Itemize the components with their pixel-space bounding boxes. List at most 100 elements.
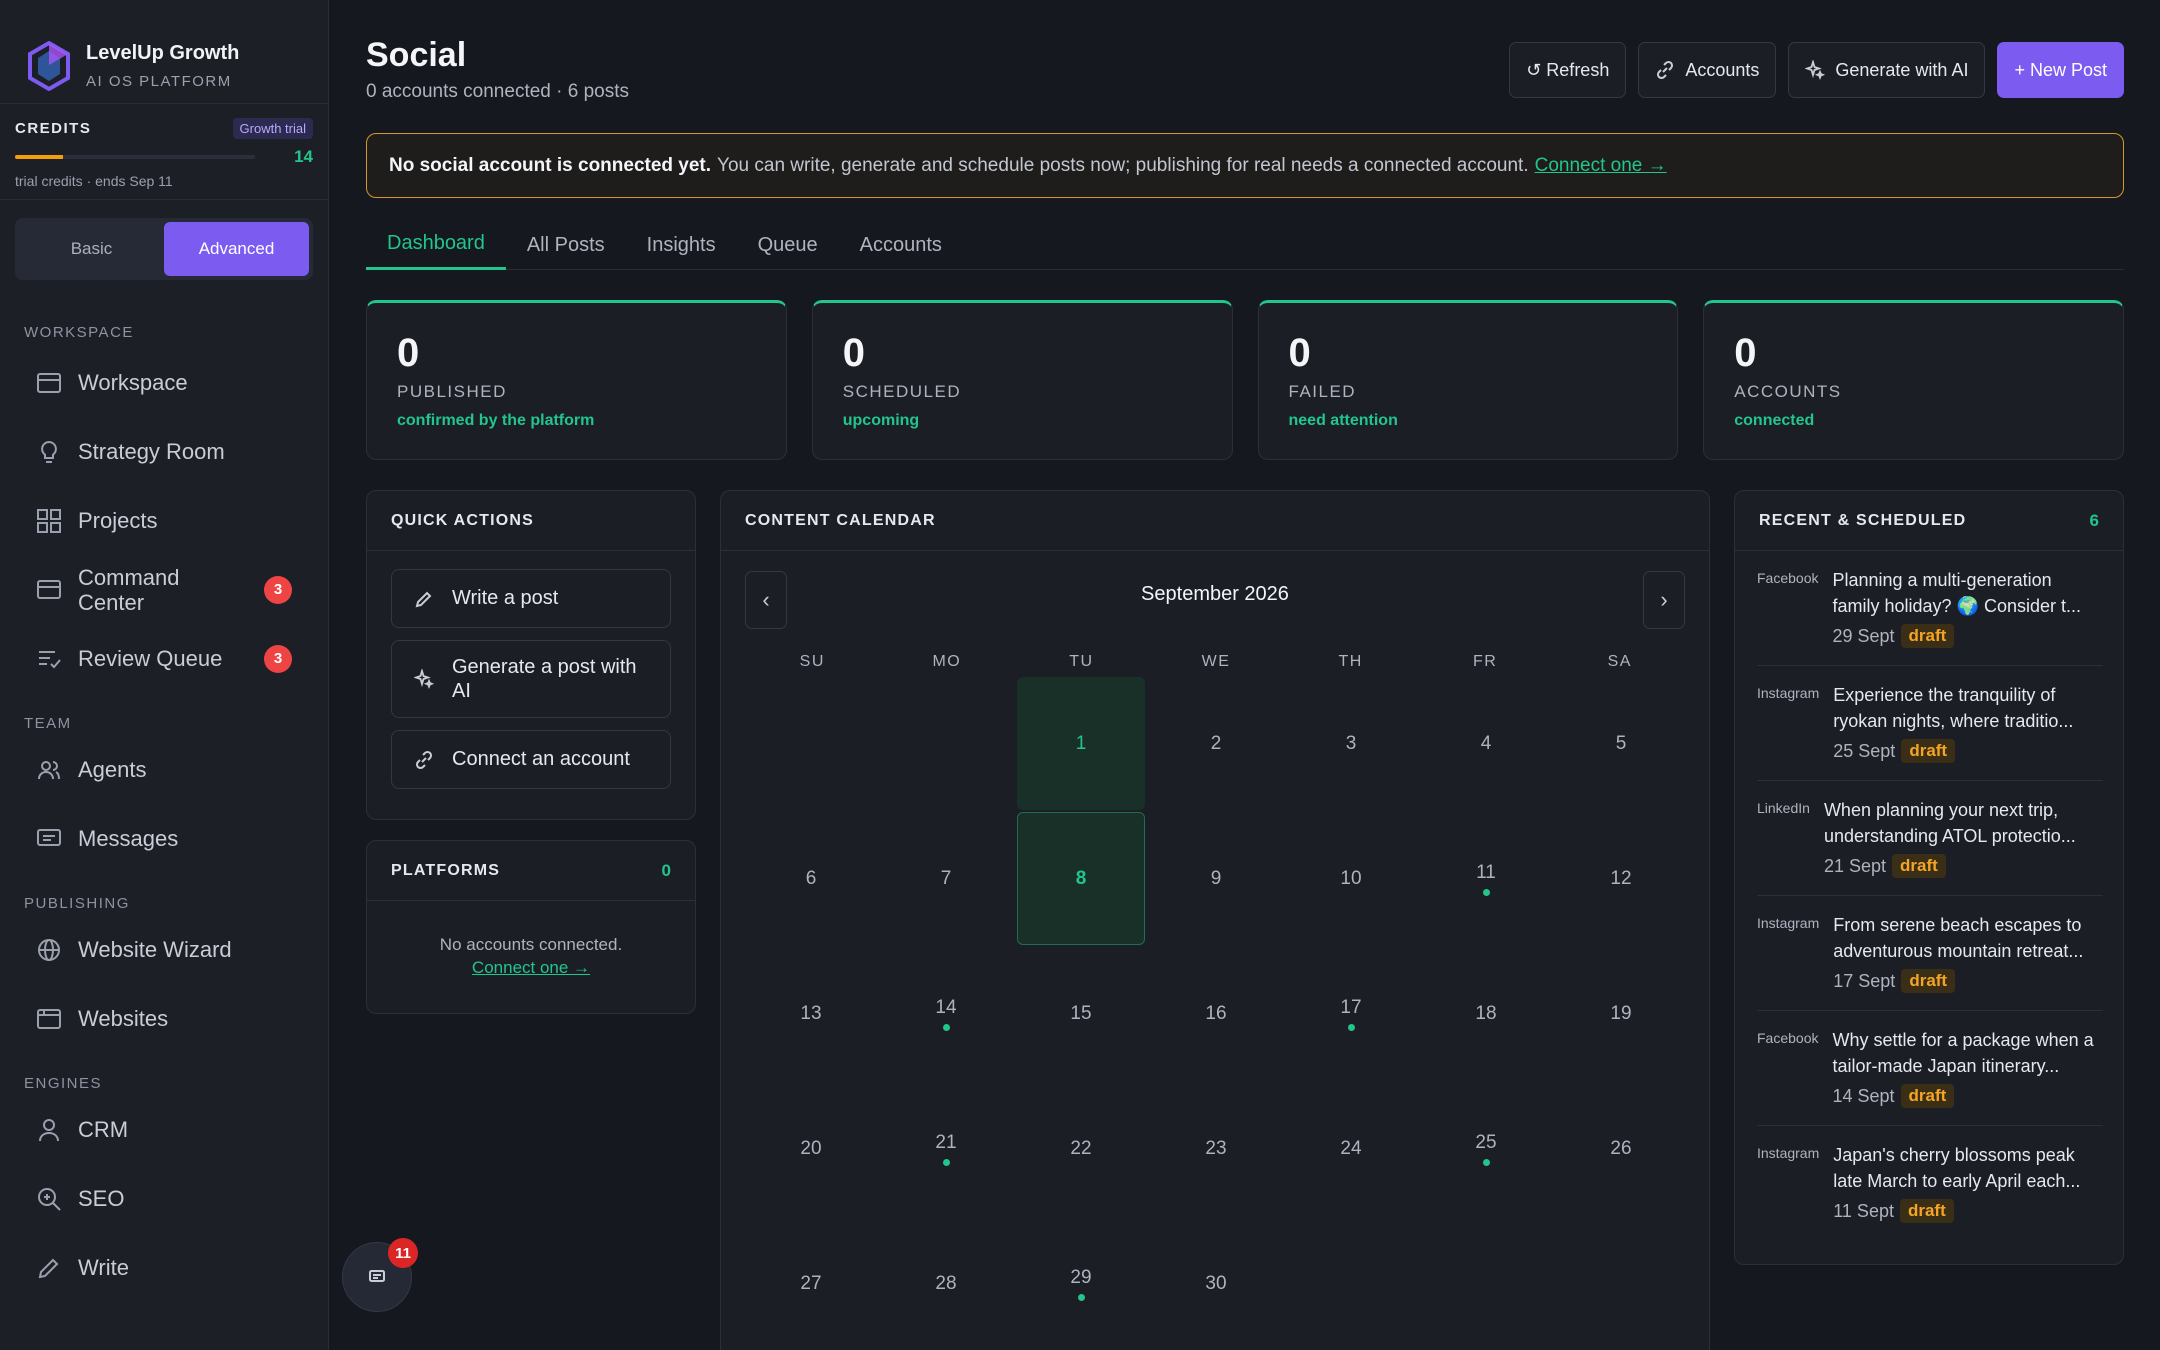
refresh-button[interactable]: ↺ Refresh [1509,42,1627,98]
calendar-day[interactable]: 22 [1017,1082,1145,1215]
calendar-day[interactable]: 8 [1017,812,1145,945]
calendar-day[interactable]: 25 [1422,1082,1550,1215]
nav-section-engines: ENGINES [24,1075,103,1092]
stat-card-published: 0 PUBLISHED confirmed by the platform [366,300,787,460]
calendar-day[interactable]: 24 [1287,1082,1415,1215]
tab-dashboard[interactable]: Dashboard [366,220,506,270]
calendar-day[interactable]: 17 [1287,947,1415,1080]
sidebar-item-websites[interactable]: Websites [0,984,328,1053]
sparkle-icon [1805,60,1826,80]
calendar-day[interactable]: 2 [1152,677,1280,810]
sidebar-item-seo[interactable]: SEO [0,1164,328,1233]
calendar-day-number: 28 [935,1272,957,1294]
calendar-day[interactable]: 18 [1422,947,1550,1080]
mode-basic-button[interactable]: Basic [19,222,164,276]
new-post-button[interactable]: + New Post [1997,42,2124,98]
accounts-button[interactable]: Accounts [1638,42,1777,98]
calendar-day[interactable]: 6 [747,812,875,945]
nav-section-publishing: PUBLISHING [24,895,130,912]
generate-post-ai-button[interactable]: Generate a post with AI [391,640,671,718]
generate-ai-button[interactable]: Generate with AI [1788,42,1986,98]
tab-queue[interactable]: Queue [737,220,839,270]
pencil-icon [415,591,432,607]
calendar-day-number: 29 [1070,1266,1092,1288]
mode-advanced-button[interactable]: Advanced [164,222,309,276]
calendar-day[interactable]: 30 [1152,1217,1280,1350]
calendar-day[interactable]: 5 [1557,677,1685,810]
calendar-day[interactable]: 12 [1557,812,1685,945]
calendar-day[interactable]: 1 [1017,677,1145,810]
recent-post-item[interactable]: LinkedIn When planning your next trip, un… [1757,781,2103,896]
platforms-empty-state: No accounts connected. Connect one → [367,901,695,979]
calendar-post-dot [1482,888,1490,896]
calendar-day[interactable]: 29 [1017,1217,1145,1350]
credits-progress-fill [15,155,63,159]
sidebar-item-agents[interactable]: Agents [0,735,328,804]
calendar-day[interactable]: 16 [1152,947,1280,1080]
calendar-post-dot [1482,1158,1490,1166]
calendar-day[interactable]: 28 [882,1217,1010,1350]
calendar-day[interactable]: 3 [1287,677,1415,810]
connect-account-button[interactable]: Connect an account [391,730,671,789]
calendar-weekdays: SU MO TU WE TH FR SA [745,653,1687,671]
calendar-day-number: 9 [1210,867,1222,889]
calendar-month: September 2026 [1141,583,1289,605]
write-post-button[interactable]: Write a post [391,569,671,628]
sidebar-item-projects[interactable]: Projects [0,486,328,555]
sidebar-item-strategy-room[interactable]: Strategy Room [0,417,328,486]
sidebar-item-command-center[interactable]: Command Center 3 [0,555,328,624]
stat-label: SCHEDULED [842,382,962,401]
tab-all-posts[interactable]: All Posts [506,220,626,270]
calendar-day[interactable]: 4 [1422,677,1550,810]
calendar-day[interactable]: 9 [1152,812,1280,945]
platforms-connect-link[interactable]: Connect one → [472,958,590,977]
sidebar-item-workspace[interactable]: Workspace [0,348,328,417]
calendar-day[interactable]: 13 [747,947,875,1080]
recent-header: RECENT & SCHEDULED 6 [1735,491,2123,551]
calendar-title: CONTENT CALENDAR [745,511,936,529]
calendar-day[interactable]: 14 [882,947,1010,1080]
sidebar-item-messages[interactable]: Messages [0,804,328,873]
tab-accounts[interactable]: Accounts [839,220,963,270]
credits-label: CREDITS [15,120,92,137]
calendar-day[interactable]: 20 [747,1082,875,1215]
chat-icon [369,1270,385,1282]
globe-icon [38,938,60,961]
calendar-day[interactable]: 23 [1152,1082,1280,1215]
recent-post-item[interactable]: Instagram Japan's cherry blossoms peak la… [1757,1126,2103,1241]
recent-post-item[interactable]: Instagram From serene beach escapes to ad… [1757,896,2103,1011]
calendar-day-number: 5 [1615,732,1627,754]
weekday-label: FR [1473,653,1498,670]
calendar-day[interactable]: 26 [1557,1082,1685,1215]
sidebar-item-website-wizard[interactable]: Website Wizard [0,915,328,984]
stat-note: upcoming [842,412,920,429]
calendar-post-dot [942,1023,950,1031]
credits-progress-bar [15,155,255,159]
recent-post-item[interactable]: Facebook Why settle for a package when a … [1757,1011,2103,1126]
calendar-day[interactable]: 7 [882,812,1010,945]
users-icon [38,760,60,779]
recent-post-item[interactable]: Instagram Experience the tranquility of r… [1757,666,2103,781]
sidebar-item-label: CRM [78,1116,129,1142]
calendar-day[interactable]: 21 [882,1082,1010,1215]
status-badge: draft [1892,854,1946,878]
workspace-icon [37,372,61,393]
sidebar-item-write[interactable]: Write [0,1233,328,1302]
calendar-next-button[interactable]: › [1643,571,1685,629]
recent-post-item[interactable]: Facebook Planning a multi-generation fami… [1757,551,2103,666]
recent-post-platform: Facebook [1757,570,1819,586]
sidebar-item-label: Strategy Room [78,438,225,464]
connect-account-label: Connect an account [452,748,630,770]
calendar-day[interactable]: 15 [1017,947,1145,1080]
calendar-day[interactable]: 11 [1422,812,1550,945]
banner-connect-link[interactable]: Connect one → [1535,155,1667,177]
calendar-day[interactable]: 10 [1287,812,1415,945]
stat-note: need attention [1288,412,1398,429]
sidebar-item-crm[interactable]: CRM [0,1095,328,1164]
sidebar-item-review-queue[interactable]: Review Queue 3 [0,624,328,693]
calendar-day-number: 19 [1610,1002,1632,1024]
calendar-day[interactable]: 27 [747,1217,875,1350]
brand[interactable]: LevelUp Growth AI OS PLATFORM [0,0,328,104]
calendar-day[interactable]: 19 [1557,947,1685,1080]
tab-insights[interactable]: Insights [626,220,737,270]
